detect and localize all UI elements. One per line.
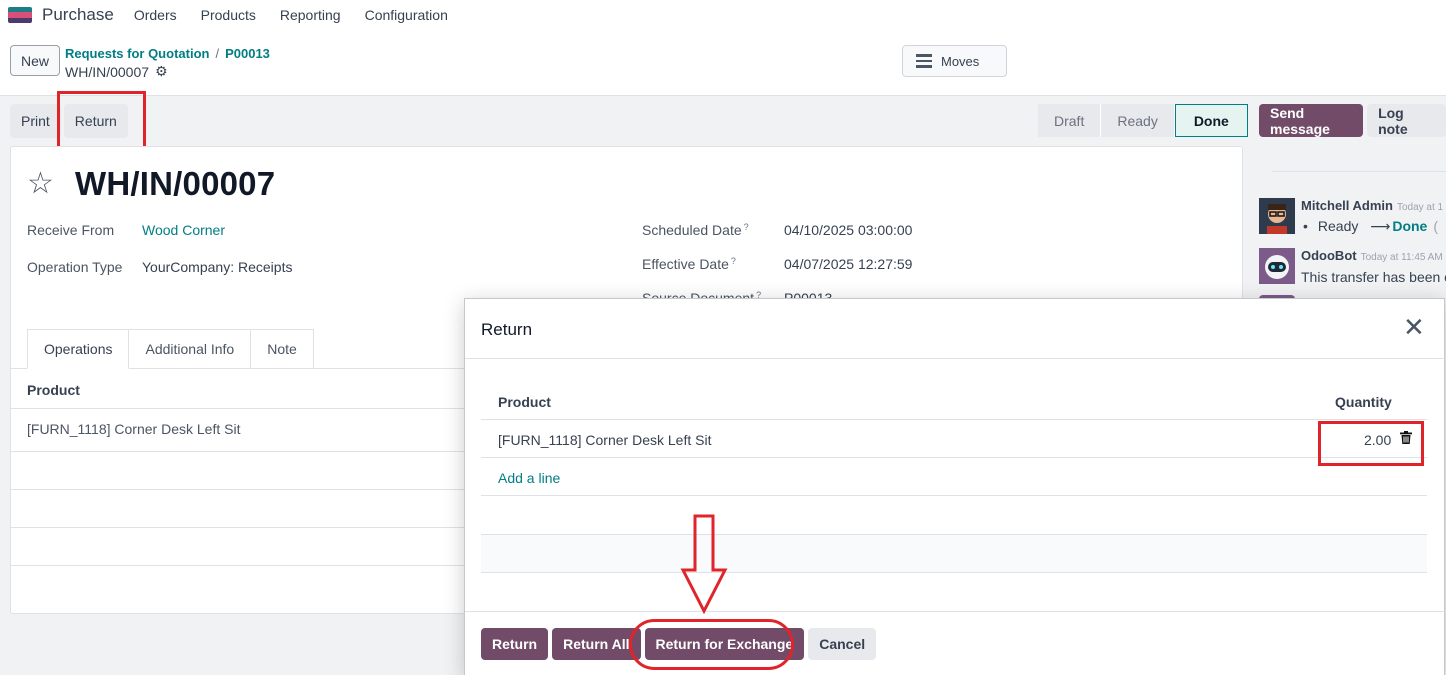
annotation-box-return	[57, 91, 146, 151]
table-divider	[481, 419, 1427, 420]
bullet: •	[1303, 218, 1308, 234]
new-button[interactable]: New	[10, 45, 60, 76]
tracking-extra: (	[1433, 218, 1439, 234]
notebook-tabs: Operations Additional Info Note	[27, 329, 314, 369]
dialog-title: Return	[481, 320, 533, 339]
operations-row[interactable]: [FURN_1118] Corner Desk Left Sit	[27, 421, 240, 437]
send-message-button[interactable]: Send message	[1259, 104, 1364, 137]
message-body: • Ready ⟶ Done (	[1301, 218, 1438, 235]
avatar[interactable]	[1259, 248, 1295, 284]
breadcrumb-current: WH/IN/00007 ⚙	[65, 63, 168, 80]
return-line-product[interactable]: [FURN_1118] Corner Desk Left Sit	[498, 432, 711, 448]
table-divider	[481, 495, 1427, 496]
return-all-button[interactable]: Return All	[552, 628, 641, 660]
nav-products[interactable]: Products	[201, 7, 256, 23]
column-header-product: Product	[498, 394, 551, 410]
empty-row	[481, 535, 1427, 572]
cancel-button[interactable]: Cancel	[808, 628, 877, 660]
breadcrumb-po[interactable]: P00013	[225, 46, 270, 61]
annotation-box-quantity	[1318, 421, 1424, 466]
chatter-divider	[1272, 171, 1446, 172]
operation-type-label: Operation Type	[27, 259, 123, 275]
record-title: WH/IN/00007	[75, 165, 276, 202]
status-ready[interactable]: Ready	[1101, 104, 1175, 137]
tracking-from: Ready	[1317, 218, 1359, 234]
list-icon	[916, 54, 932, 68]
status-done[interactable]: Done	[1174, 104, 1248, 137]
message-author-name: Mitchell Admin	[1301, 198, 1393, 213]
dialog-header-divider	[465, 358, 1445, 359]
scheduled-date-value[interactable]: 04/10/2025 03:00:00	[784, 222, 912, 238]
annotation-ellipse-exchange	[629, 619, 794, 670]
status-bar: Draft Ready Done	[1038, 104, 1248, 137]
return-confirm-button[interactable]: Return	[481, 628, 549, 660]
scheduled-date-label: Scheduled Date?	[642, 222, 749, 238]
breadcrumb-separator: /	[215, 46, 220, 61]
breadcrumb-rfq[interactable]: Requests for Quotation	[65, 46, 209, 61]
annotation-arrow-icon	[680, 514, 728, 614]
table-divider	[481, 457, 1427, 458]
control-panel: New Requests for Quotation / P00013 WH/IN/…	[0, 30, 1446, 96]
app-name[interactable]: Purchase	[42, 5, 114, 25]
tab-additional-info[interactable]: Additional Info	[129, 329, 252, 369]
operation-type-value[interactable]: YourCompany: Receipts	[142, 259, 292, 275]
moves-label: Moves	[941, 53, 980, 69]
add-line-link[interactable]: Add a line	[498, 470, 560, 486]
purchase-app-icon[interactable]	[8, 7, 32, 23]
scheduled-date-label-text: Scheduled Date	[642, 222, 742, 238]
message-time: Today at 11:45 AM	[1360, 252, 1443, 263]
return-dialog: Return ✕ Product Quantity [FURN_1118] Co…	[464, 298, 1445, 675]
receive-from-value[interactable]: Wood Corner	[142, 222, 225, 238]
message-author: OdooBot Today at 11:45 AM	[1301, 248, 1443, 263]
operations-product-header: Product	[27, 382, 80, 398]
receive-from-label: Receive From	[27, 222, 115, 238]
help-icon[interactable]: ?	[744, 222, 749, 232]
arrow-right-icon: ⟶	[1370, 218, 1391, 234]
chatter-buttons: Send message Log note	[1259, 104, 1446, 137]
message-time: Today at 1	[1396, 202, 1444, 213]
gear-icon[interactable]: ⚙	[155, 63, 168, 80]
effective-date-value: 04/07/2025 12:27:59	[784, 256, 913, 272]
tab-note[interactable]: Note	[251, 329, 314, 369]
message-author-name: OdooBot	[1301, 248, 1357, 263]
tracking-to: Done	[1392, 218, 1428, 234]
column-header-quantity: Quantity	[1335, 394, 1392, 410]
log-note-button[interactable]: Log note	[1367, 104, 1446, 137]
dialog-footer-divider	[465, 611, 1445, 612]
breadcrumb-current-label: WH/IN/00007	[65, 63, 150, 80]
moves-smart-button[interactable]: Moves	[902, 45, 1007, 77]
table-divider	[481, 572, 1427, 573]
help-icon[interactable]: ?	[731, 256, 736, 266]
breadcrumb: Requests for Quotation / P00013	[65, 46, 270, 61]
effective-date-label-text: Effective Date	[642, 256, 729, 272]
tab-operations[interactable]: Operations	[27, 329, 130, 369]
effective-date-label: Effective Date?	[642, 256, 736, 272]
star-icon[interactable]: ☆	[27, 167, 54, 201]
message-body: This transfer has been c	[1301, 269, 1446, 285]
status-draft[interactable]: Draft	[1038, 104, 1102, 137]
message-author: Mitchell Admin Today at 1	[1301, 198, 1443, 213]
nav-reporting[interactable]: Reporting	[280, 7, 341, 23]
avatar[interactable]	[1259, 198, 1295, 234]
close-icon[interactable]: ✕	[1403, 313, 1425, 341]
nav-orders[interactable]: Orders	[134, 7, 177, 23]
top-navbar: Purchase Orders Products Reporting Confi…	[0, 0, 1446, 30]
nav-configuration[interactable]: Configuration	[365, 7, 448, 23]
print-button[interactable]: Print	[10, 104, 61, 138]
